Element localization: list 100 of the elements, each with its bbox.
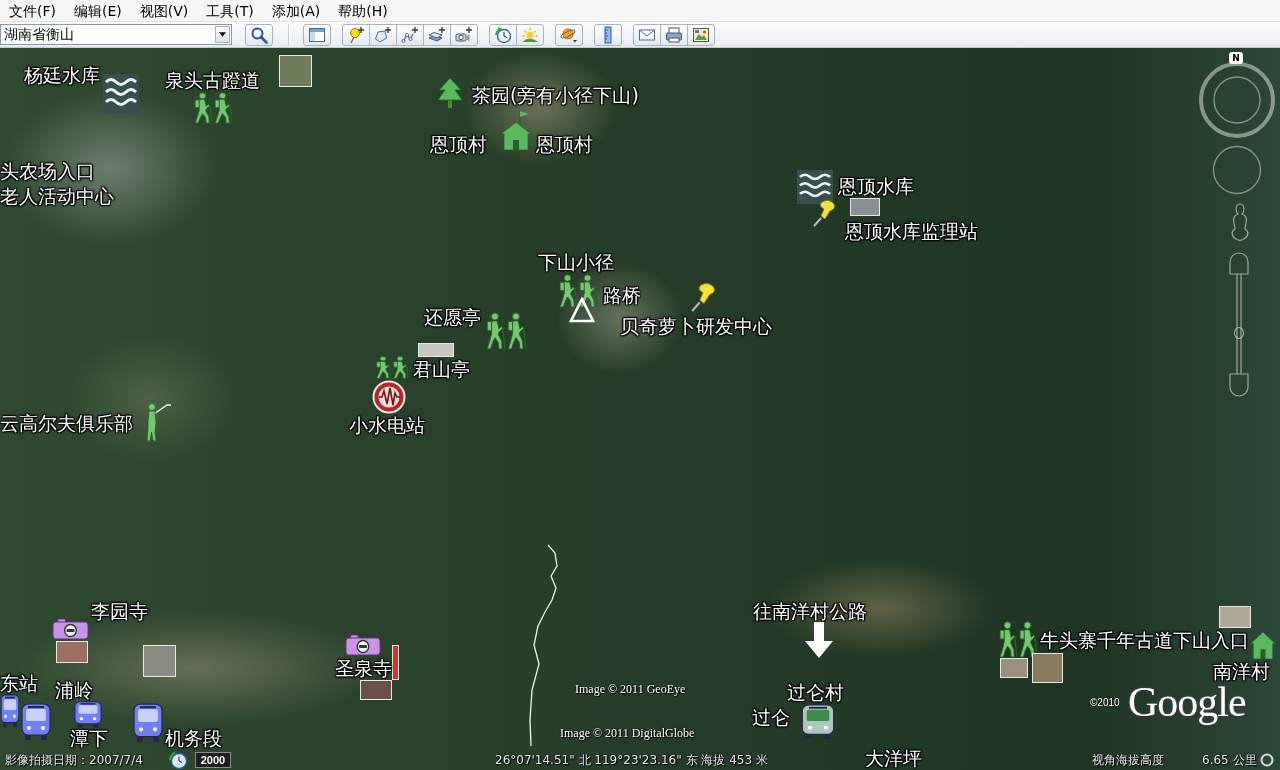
look-joystick[interactable] xyxy=(1212,145,1262,195)
pushpin-icon[interactable] xyxy=(812,199,836,227)
north-label[interactable]: N xyxy=(1229,52,1243,64)
place-label[interactable]: 杨廷水库 xyxy=(24,65,100,85)
copyright-text: ©2010 xyxy=(1090,697,1120,709)
place-label[interactable]: 潭下 xyxy=(70,728,108,748)
pushpin-icon[interactable] xyxy=(690,282,716,312)
pulse-circle-icon[interactable] xyxy=(371,380,407,414)
view-altitude-label: 视角海拔高度 xyxy=(1092,752,1164,768)
menu-item[interactable]: 帮助(H) xyxy=(329,0,397,21)
bus-icon[interactable] xyxy=(73,701,103,728)
house-flag-icon[interactable] xyxy=(500,110,532,150)
place-label[interactable]: 过仑 xyxy=(752,707,790,727)
hikers-icon[interactable] xyxy=(485,312,527,350)
place-label[interactable]: 浦岭 xyxy=(55,680,93,700)
sun-icon xyxy=(521,25,539,44)
house-icon[interactable] xyxy=(1250,632,1276,659)
place-label[interactable]: 还愿亭 xyxy=(424,307,481,327)
place-label[interactable]: 茶园(旁有小径下山) xyxy=(472,85,639,105)
record-tour-button[interactable] xyxy=(450,23,478,46)
place-label[interactable]: 恩顶村 xyxy=(536,134,593,154)
map-view-button[interactable] xyxy=(687,23,715,46)
historical-imagery-button[interactable] xyxy=(489,23,517,46)
ruler-button[interactable] xyxy=(594,23,622,46)
photo-thumbnail[interactable] xyxy=(1000,658,1028,678)
zoom-slider[interactable] xyxy=(1226,250,1252,398)
place-label[interactable]: 恩顶村 xyxy=(430,134,487,154)
place-label[interactable]: 李园寺 xyxy=(91,601,148,621)
hikers-icon[interactable] xyxy=(558,274,598,308)
add-placemark-button[interactable] xyxy=(342,23,370,46)
bus-icon[interactable] xyxy=(132,703,164,743)
triangle-icon[interactable] xyxy=(569,297,595,323)
place-label[interactable]: 南洋村 xyxy=(1213,661,1270,681)
add-image-overlay-button[interactable] xyxy=(423,23,451,46)
place-label[interactable]: 往南洋村公路 xyxy=(753,601,867,621)
add-polygon-button[interactable] xyxy=(369,23,397,46)
compass-ring[interactable] xyxy=(1198,62,1276,138)
imagery-year-label[interactable]: 2000 xyxy=(195,752,231,768)
place-label[interactable]: 恩顶水库监理站 xyxy=(845,221,978,241)
menu-item[interactable]: 工具(T) xyxy=(197,0,263,21)
place-label[interactable]: 大洋坪 xyxy=(865,748,922,768)
camera-icon[interactable] xyxy=(345,634,381,656)
photo-thumbnail[interactable] xyxy=(418,343,454,357)
photo-thumbnail[interactable] xyxy=(1032,653,1063,683)
place-label[interactable]: 恩顶水库 xyxy=(838,176,914,196)
photo-thumbnail[interactable] xyxy=(360,680,392,700)
clock-icon[interactable] xyxy=(168,750,188,770)
place-label[interactable]: 泉头古蹬道 xyxy=(165,70,260,90)
picture-icon xyxy=(692,25,710,44)
menu-item[interactable]: 编辑(E) xyxy=(65,0,131,21)
place-label[interactable]: 贝奇萝卜研发中心 xyxy=(620,316,772,336)
add-path-button[interactable] xyxy=(396,23,424,46)
menu-item[interactable]: 视图(V) xyxy=(130,0,198,21)
layers-plus-icon xyxy=(428,25,446,44)
photo-thumbnail[interactable] xyxy=(143,645,176,677)
google-logo: Google xyxy=(1128,681,1246,723)
bus-icon[interactable] xyxy=(20,703,52,741)
down-arrow-icon[interactable] xyxy=(805,622,833,658)
place-label[interactable]: 云高尔夫俱乐部 xyxy=(0,413,133,433)
place-label[interactable]: 君山亭 xyxy=(413,359,470,379)
bus-icon[interactable] xyxy=(0,694,20,728)
print-button[interactable] xyxy=(660,23,688,46)
place-label[interactable]: 路桥 xyxy=(603,285,641,305)
sidebar-button[interactable] xyxy=(303,23,331,46)
hikers-icon[interactable] xyxy=(998,621,1038,658)
place-label[interactable]: 老人活动中心 xyxy=(0,186,114,206)
hikers-icon[interactable] xyxy=(193,92,233,124)
place-label[interactable]: 过仑村 xyxy=(787,682,844,702)
photo-thumbnail[interactable] xyxy=(850,198,880,216)
bus-icon[interactable] xyxy=(800,704,836,740)
water-waves-icon[interactable] xyxy=(797,170,833,204)
planet-button[interactable] xyxy=(555,23,583,46)
photo-thumbnail[interactable] xyxy=(392,645,399,680)
view-altitude-value: 6.65 公里 xyxy=(1202,752,1257,768)
camera-icon[interactable] xyxy=(52,618,89,640)
menu-item[interactable]: 添加(A) xyxy=(262,0,330,21)
photo-thumbnail[interactable] xyxy=(56,641,88,663)
tree-icon[interactable] xyxy=(437,78,463,108)
place-label[interactable]: 头农场入口 xyxy=(0,161,95,181)
place-label[interactable]: 机务段 xyxy=(165,728,222,748)
place-label[interactable]: 牛头寨千年古道下山入口 xyxy=(1040,630,1249,650)
search-button[interactable] xyxy=(245,23,273,46)
place-label[interactable]: 小水电站 xyxy=(349,415,425,435)
sunlight-button[interactable] xyxy=(516,23,544,46)
photo-thumbnail[interactable] xyxy=(1219,606,1251,628)
attribution-text: Image © 2011 DigitalGlobe xyxy=(560,726,695,740)
pushpin-plus-icon xyxy=(347,25,365,44)
menu-item[interactable]: 文件(F) xyxy=(0,0,65,21)
place-label[interactable]: 东站 xyxy=(0,673,38,693)
hikers-icon[interactable] xyxy=(375,356,409,379)
imagery-date-text: 影像拍摄日期：2007/7/4 xyxy=(5,752,143,768)
photo-thumbnail[interactable] xyxy=(279,55,312,87)
water-waves-icon[interactable] xyxy=(103,74,139,114)
attribution-text: Image © 2011 GeoEye xyxy=(575,682,686,696)
place-label[interactable]: 下山小径 xyxy=(538,252,614,272)
planet-icon xyxy=(560,25,578,44)
person-outline-icon[interactable] xyxy=(1230,203,1250,243)
place-label[interactable]: 圣泉寺 xyxy=(335,658,392,678)
email-button[interactable] xyxy=(633,23,661,46)
ring-icon xyxy=(1260,753,1274,767)
